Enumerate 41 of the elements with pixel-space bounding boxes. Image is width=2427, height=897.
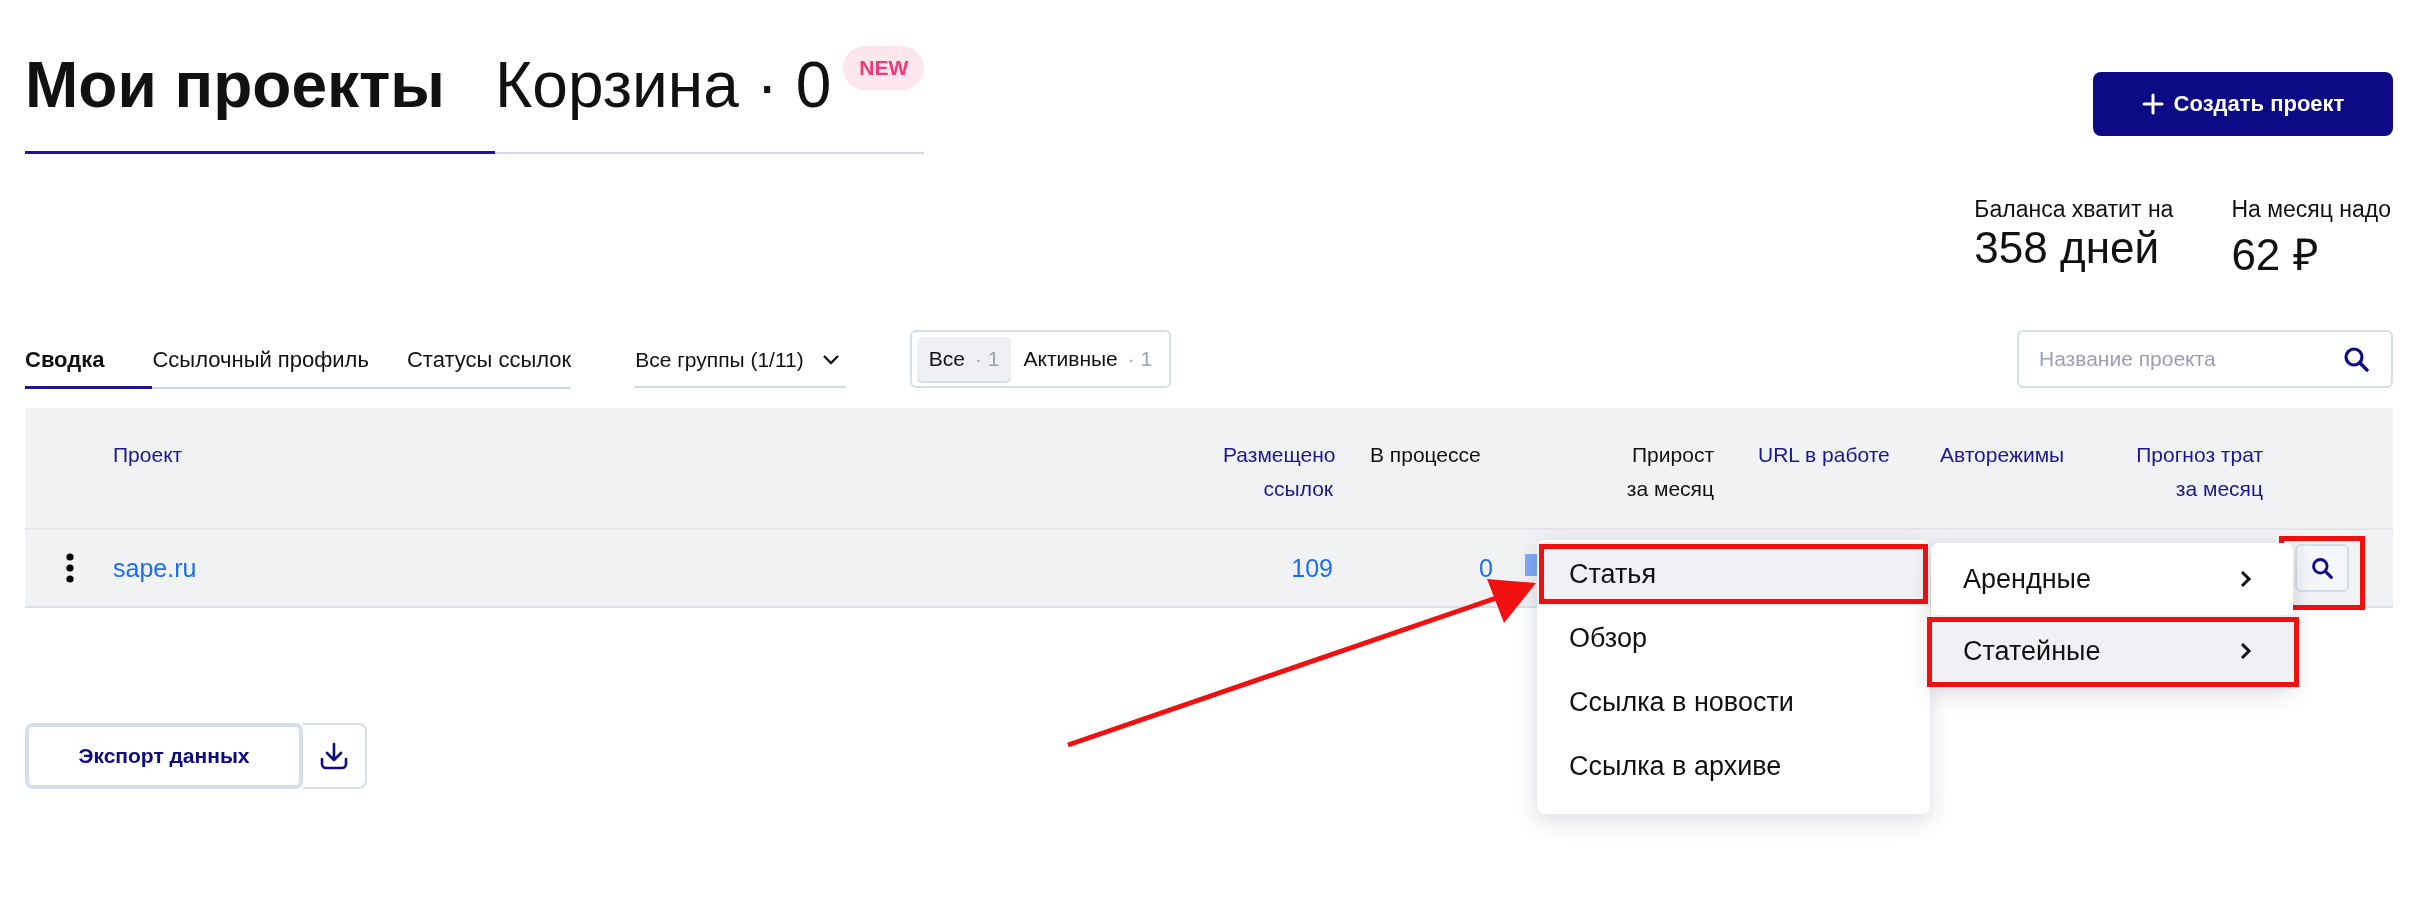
search-icon[interactable] <box>2343 346 2369 372</box>
menu-item[interactable]: Обзор <box>1537 606 1930 670</box>
create-project-button[interactable]: Создать проект <box>2093 72 2393 136</box>
filter-option[interactable]: Активные · 1 <box>1011 337 1165 381</box>
download-button[interactable] <box>303 723 367 789</box>
column-header: Прирост за месяц <box>1625 442 1714 502</box>
column-header[interactable]: Проект <box>113 438 1223 472</box>
menu-item[interactable]: Статья <box>1537 542 1930 606</box>
placed-links-count[interactable]: 109 <box>1291 553 1333 582</box>
balance-value: 358 дней <box>1974 223 2160 273</box>
view-tab[interactable]: Сводка <box>25 329 153 389</box>
download-icon <box>319 741 349 771</box>
menu-item[interactable]: Ссылка в новости <box>1537 670 1930 734</box>
view-tab[interactable]: Ссылочный профиль <box>152 329 407 389</box>
balance-label: Баланса хватит на <box>1974 196 2174 223</box>
search-button[interactable] <box>2295 544 2349 592</box>
chevron-down-icon <box>821 353 840 366</box>
column-header[interactable]: Авторежимы <box>1940 438 2085 472</box>
view-tab[interactable]: Статусы ссылок <box>406 329 572 389</box>
balance-value: 62 ₽ <box>2231 229 2320 281</box>
search-icon <box>2311 557 2333 579</box>
column-header[interactable]: URL в работе <box>1758 438 1905 472</box>
column-header: В процессе <box>1370 442 1482 468</box>
more-icon[interactable] <box>65 553 75 583</box>
page-tab[interactable]: Корзина · 0 <box>495 40 844 130</box>
menu-item[interactable]: Ссылка в архиве <box>1537 734 1930 798</box>
balance-label: На месяц надо <box>2231 196 2391 223</box>
chevron-right-icon <box>2239 569 2253 589</box>
filter-option[interactable]: Все · 1 <box>916 337 1012 381</box>
in-progress-count[interactable]: 0 <box>1479 553 1493 582</box>
page-tab[interactable]: Мои проекты <box>25 40 495 130</box>
group-dropdown[interactable]: Все группы (1/11) <box>635 330 846 388</box>
submenu-item[interactable]: Арендные <box>1931 543 2293 615</box>
search-field[interactable]: Название проекта <box>2017 330 2393 388</box>
column-header[interactable]: Прогноз трат за месяц <box>2113 438 2263 506</box>
project-link[interactable]: sape.ru <box>113 553 197 582</box>
new-badge: NEW <box>843 46 925 90</box>
column-header[interactable]: Размещено ссылок <box>1223 438 1333 506</box>
export-button[interactable]: Экспорт данных <box>25 723 303 789</box>
chevron-right-icon <box>2239 641 2253 661</box>
plus-icon <box>2141 93 2164 115</box>
